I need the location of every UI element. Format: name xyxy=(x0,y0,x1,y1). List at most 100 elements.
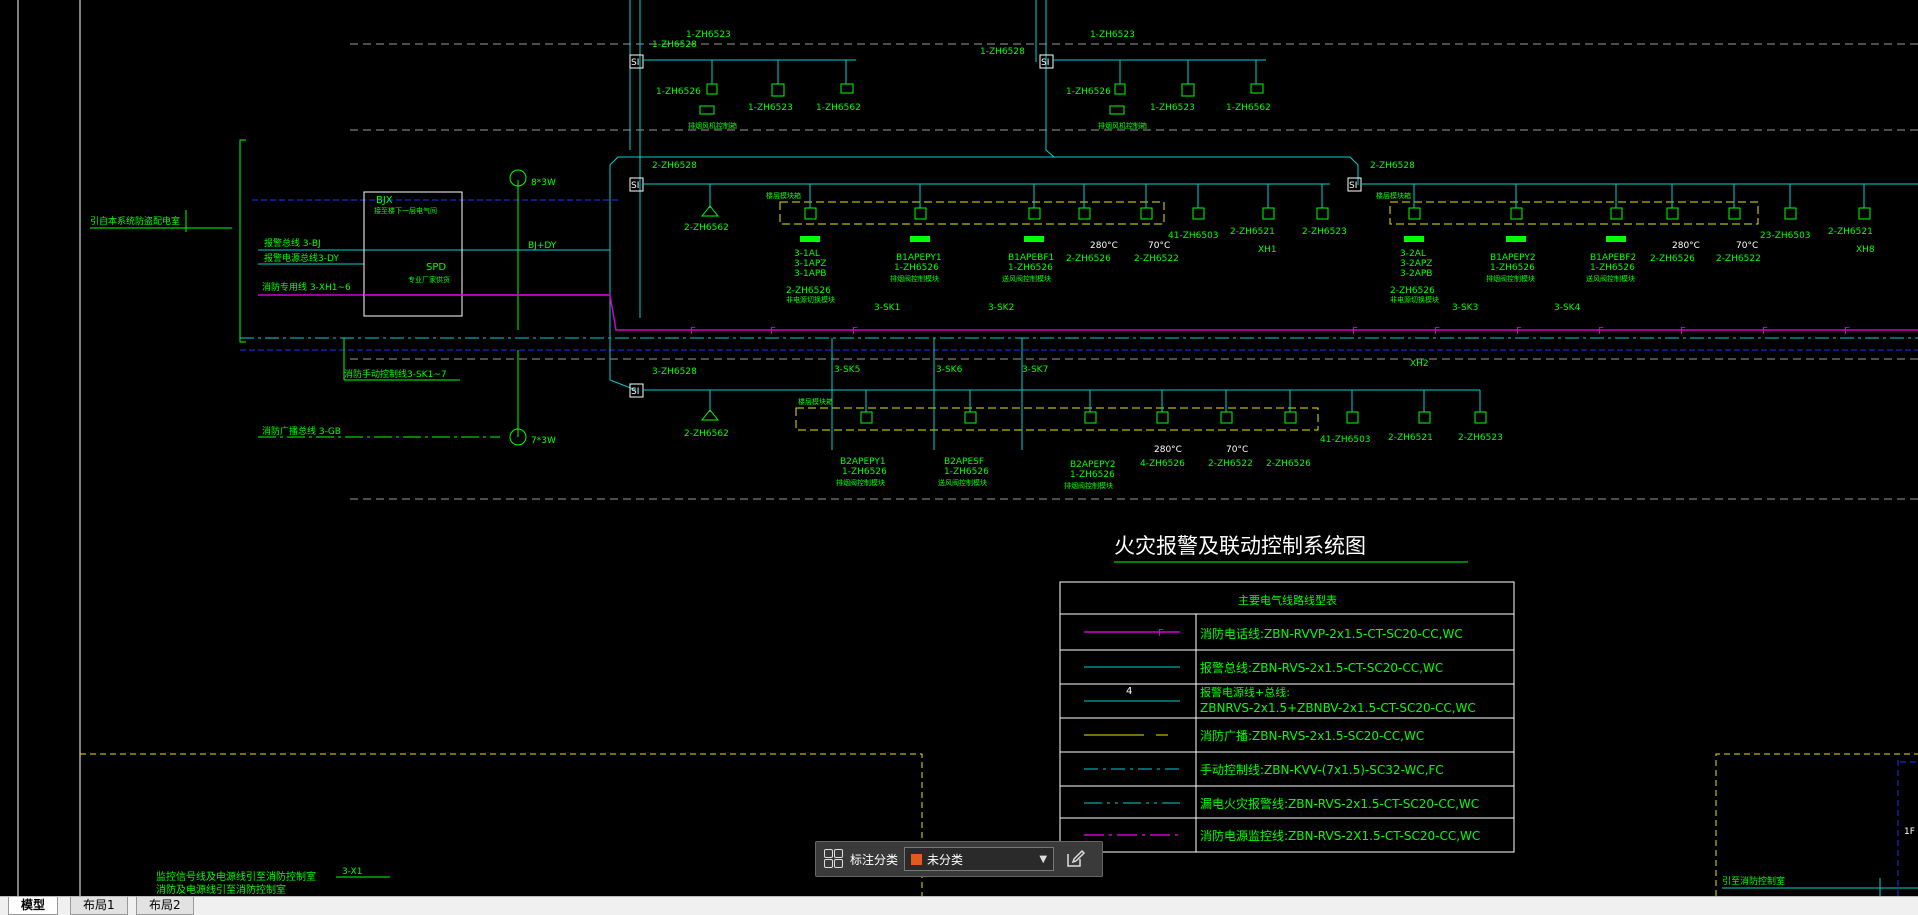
svg-text:XH1: XH1 xyxy=(1258,245,1277,255)
category-color-swatch xyxy=(911,853,923,865)
annotation-category-select[interactable]: 未分类 ▼ xyxy=(904,847,1055,871)
room-boundary xyxy=(1715,753,1918,896)
svg-text:报警总线:ZBN-RVS-2x1.5-CT-SC20-CC,: 报警总线:ZBN-RVS-2x1.5-CT-SC20-CC,WC xyxy=(1200,660,1443,675)
svg-text:1-ZH6526: 1-ZH6526 xyxy=(1070,470,1115,480)
legend-header: 主要电气线路线型表 xyxy=(1238,593,1337,607)
legend-four: 4 xyxy=(1126,686,1132,697)
main-risers xyxy=(609,0,1359,391)
svg-text:2-ZH6522: 2-ZH6522 xyxy=(1716,254,1761,264)
svg-text:2-ZH6526: 2-ZH6526 xyxy=(1266,459,1311,469)
tab-model[interactable]: 模型 xyxy=(8,897,59,915)
svg-text:70°C: 70°C xyxy=(1148,241,1170,251)
svg-text:2-ZH6526: 2-ZH6526 xyxy=(1066,254,1111,264)
svg-text:1-ZH6528: 1-ZH6528 xyxy=(652,40,697,50)
svg-text:3-2AL: 3-2AL xyxy=(1400,249,1426,259)
grid-menu-icon[interactable] xyxy=(824,849,844,869)
diagram-title: 火灾报警及联动控制系统图 xyxy=(1114,534,1366,558)
svg-text:F: F xyxy=(1762,326,1768,337)
svg-text:SI: SI xyxy=(1041,58,1049,68)
svg-text:3-SK7: 3-SK7 xyxy=(1022,365,1048,375)
layout-tab-bar: 模型 布局1 布局2 xyxy=(0,896,1918,915)
svg-text:3-SK5: 3-SK5 xyxy=(834,365,860,375)
row2-devices[interactable] xyxy=(700,205,1871,220)
tab-layout1[interactable]: 布局1 xyxy=(70,897,128,915)
bus-xh-label: 消防专用线 3-XH1~6 xyxy=(262,281,351,293)
floor-boundaries xyxy=(350,43,1918,500)
svg-text:送风阀控制模块: 送风阀控制模块 xyxy=(938,478,987,487)
svg-text:B1APEBF2: B1APEBF2 xyxy=(1590,253,1636,263)
broadcast-label: 消防广播总线 3-GB xyxy=(262,425,341,437)
bjx-sub: 接至楼下一层电气间 xyxy=(374,206,437,215)
svg-text:SI: SI xyxy=(631,58,639,68)
svg-text:3-SK2: 3-SK2 xyxy=(988,303,1014,313)
svg-text:2-ZH6521: 2-ZH6521 xyxy=(1230,227,1275,237)
right-mark: 1F xyxy=(1904,827,1915,837)
svg-text:B1APEPY1: B1APEPY1 xyxy=(896,253,942,263)
spd-sub: 专业厂家供货 xyxy=(408,275,450,284)
svg-text:F: F xyxy=(690,326,696,337)
svg-text:F: F xyxy=(852,326,858,337)
svg-text:3-2APZ: 3-2APZ xyxy=(1400,259,1432,269)
speaker-top-label: 8*3W xyxy=(531,178,556,188)
svg-text:排烟风机控制箱: 排烟风机控制箱 xyxy=(688,121,737,130)
svg-text:1-ZH6526: 1-ZH6526 xyxy=(1008,263,1053,273)
svg-text:4-ZH6526: 4-ZH6526 xyxy=(1140,459,1185,469)
svg-text:2-ZH6522: 2-ZH6522 xyxy=(1134,254,1179,264)
row2-groups: 3-1AL 3-1APZ 3-1APB 2-ZH6526 非电源切换模块 B1A… xyxy=(786,227,1873,304)
svg-text:B2APEPY1: B2APEPY1 xyxy=(840,457,886,467)
svg-text:41-ZH6503: 41-ZH6503 xyxy=(1320,435,1371,445)
svg-text:2-ZH6521: 2-ZH6521 xyxy=(1388,433,1433,443)
svg-text:2-ZH6526: 2-ZH6526 xyxy=(1390,286,1435,296)
svg-text:3-1APB: 3-1APB xyxy=(794,269,826,279)
svg-text:B1APEPY2: B1APEPY2 xyxy=(1490,253,1536,263)
tab-layout2[interactable]: 布局2 xyxy=(136,897,194,915)
speaker-bottom-label: 7*3W xyxy=(531,436,556,446)
svg-text:XH2: XH2 xyxy=(1410,359,1429,369)
svg-text:楼层模块箱: 楼层模块箱 xyxy=(766,191,801,200)
svg-text:消防电源监控线:ZBN-RVS-2X1.5-CT-SC20-: 消防电源监控线:ZBN-RVS-2X1.5-CT-SC20-CC,WC xyxy=(1200,828,1480,843)
svg-text:23-ZH6503: 23-ZH6503 xyxy=(1760,231,1811,241)
svg-text:2-ZH6526: 2-ZH6526 xyxy=(786,286,831,296)
svg-text:消防广播:ZBN-RVS-2x1.5-SC20-CC,WC: 消防广播:ZBN-RVS-2x1.5-SC20-CC,WC xyxy=(1200,728,1424,743)
bracket xyxy=(239,139,246,343)
svg-text:非电源切换模块: 非电源切换模块 xyxy=(1390,295,1439,304)
edit-icon[interactable] xyxy=(1064,848,1086,870)
svg-text:1-ZH6562: 1-ZH6562 xyxy=(1226,103,1271,113)
row3-drops xyxy=(709,338,1481,450)
svg-text:2-ZH6528: 2-ZH6528 xyxy=(1370,161,1415,171)
svg-text:1-ZH6523: 1-ZH6523 xyxy=(1090,30,1135,40)
svg-text:排烟阀控制模块: 排烟阀控制模块 xyxy=(1064,481,1113,490)
svg-text:41-ZH6503: 41-ZH6503 xyxy=(1168,231,1219,241)
svg-text:2-ZH6528: 2-ZH6528 xyxy=(652,161,697,171)
cad-drawing-canvas[interactable]: 引自本系统防盗配电室 报警总线 3-BJ 报警电源总线3-DY 消防专用线 3-… xyxy=(0,0,1918,914)
svg-text:排烟阀控制模块: 排烟阀控制模块 xyxy=(890,274,939,283)
svg-text:楼层模块箱: 楼层模块箱 xyxy=(798,397,833,406)
svg-text:3-2APB: 3-2APB xyxy=(1400,269,1432,279)
svg-text:1-ZH6526: 1-ZH6526 xyxy=(1490,263,1535,273)
bjx-label: BJX xyxy=(376,195,393,206)
svg-text:280°C: 280°C xyxy=(1154,445,1182,455)
svg-text:SI: SI xyxy=(631,181,639,191)
svg-text:SI: SI xyxy=(631,387,639,397)
svg-text:3-SK4: 3-SK4 xyxy=(1554,303,1581,313)
svg-text:排烟阀控制模块: 排烟阀控制模块 xyxy=(1486,274,1535,283)
svg-text:XH8: XH8 xyxy=(1856,245,1875,255)
svg-text:ZBNRVS-2x1.5+ZBNBV-2x1.5-CT-SC: ZBNRVS-2x1.5+ZBNBV-2x1.5-CT-SC20-CC,WC xyxy=(1200,701,1476,715)
source-label: 引自本系统防盗配电室 xyxy=(90,215,180,227)
svg-text:280°C: 280°C xyxy=(1090,241,1118,251)
svg-text:F: F xyxy=(1434,326,1440,337)
svg-text:F: F xyxy=(1352,326,1358,337)
svg-text:2-ZH6523: 2-ZH6523 xyxy=(1302,227,1347,237)
svg-text:B1APEBF1: B1APEBF1 xyxy=(1008,253,1054,263)
legend-f-flag: F xyxy=(1158,628,1164,639)
svg-text:70°C: 70°C xyxy=(1736,241,1758,251)
svg-text:2-ZH6523: 2-ZH6523 xyxy=(1458,433,1503,443)
f-flags: F F F F F F F F F F xyxy=(690,326,1850,337)
svg-text:70°C: 70°C xyxy=(1226,445,1248,455)
svg-text:F: F xyxy=(1680,326,1686,337)
svg-text:F: F xyxy=(1844,326,1850,337)
svg-text:SI: SI xyxy=(1349,181,1357,191)
svg-text:F: F xyxy=(1598,326,1604,337)
row3-devices[interactable] xyxy=(700,409,1487,424)
svg-text:F: F xyxy=(770,326,776,337)
